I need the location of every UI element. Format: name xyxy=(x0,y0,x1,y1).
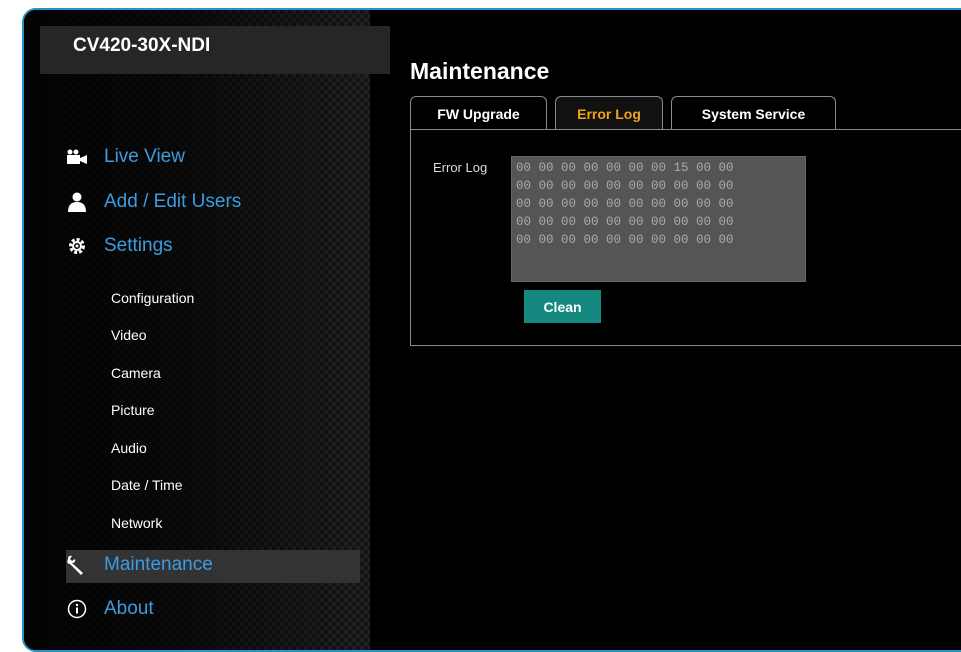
nav-live-view-label: Live View xyxy=(104,146,185,167)
tab-fw-upgrade[interactable]: FW Upgrade xyxy=(410,96,547,130)
nav-video[interactable]: Video xyxy=(111,327,147,343)
nav-audio[interactable]: Audio xyxy=(111,440,147,456)
nav-camera[interactable]: Camera xyxy=(111,365,161,381)
gear-icon xyxy=(66,235,88,257)
nav-maintenance[interactable]: Maintenance xyxy=(66,554,213,576)
page-title: Maintenance xyxy=(410,58,550,84)
nav-maintenance-label: Maintenance xyxy=(104,554,213,575)
error-log-label: Error Log xyxy=(433,160,488,175)
nav-add-edit-users[interactable]: Add / Edit Users xyxy=(66,191,241,213)
info-icon xyxy=(66,598,88,620)
user-icon xyxy=(66,191,88,213)
main-content: Maintenance FW Upgrade Error Log System … xyxy=(410,10,961,650)
nav-date-time[interactable]: Date / Time xyxy=(111,477,183,493)
error-log-panel: Error Log 00 00 00 00 00 00 00 15 00 00 … xyxy=(410,129,961,346)
device-title: CV420-30X-NDI xyxy=(40,26,390,74)
log-line: 00 00 00 00 00 00 00 15 00 00 xyxy=(516,161,734,175)
tab-error-log[interactable]: Error Log xyxy=(555,96,663,130)
nav-about[interactable]: About xyxy=(66,598,154,620)
error-log-textarea[interactable]: 00 00 00 00 00 00 00 15 00 00 00 00 00 0… xyxy=(511,156,806,282)
camera-icon xyxy=(66,146,88,168)
log-line: 00 00 00 00 00 00 00 00 00 00 xyxy=(516,215,734,229)
tab-bar: FW Upgrade Error Log System Service xyxy=(410,96,844,130)
nav-add-edit-users-label: Add / Edit Users xyxy=(104,191,242,212)
sidebar: Live View Add / Edit Users Settings Conf… xyxy=(24,10,370,650)
app-frame: Live View Add / Edit Users Settings Conf… xyxy=(22,8,961,652)
nav-about-label: About xyxy=(104,598,154,619)
nav-live-view[interactable]: Live View xyxy=(66,146,185,168)
log-line: 00 00 00 00 00 00 00 00 00 00 xyxy=(516,233,734,247)
nav-network[interactable]: Network xyxy=(111,515,162,531)
nav-picture[interactable]: Picture xyxy=(111,402,155,418)
nav-settings-label: Settings xyxy=(104,235,173,256)
log-line: 00 00 00 00 00 00 00 00 00 00 xyxy=(516,179,734,193)
log-line: 00 00 00 00 00 00 00 00 00 00 xyxy=(516,197,734,211)
nav-settings[interactable]: Settings xyxy=(66,235,173,257)
tab-system-service[interactable]: System Service xyxy=(671,96,836,130)
clean-button[interactable]: Clean xyxy=(524,290,601,323)
wrench-icon xyxy=(66,554,88,576)
nav-configuration[interactable]: Configuration xyxy=(111,290,194,306)
